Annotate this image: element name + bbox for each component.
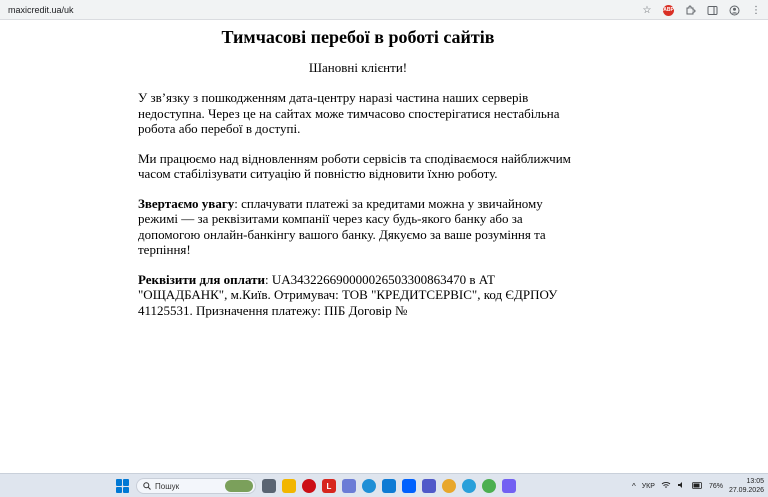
- edge-icon[interactable]: [362, 479, 376, 493]
- address-bar[interactable]: maxicredit.ua/uk: [8, 3, 74, 17]
- viber-icon[interactable]: [502, 479, 516, 493]
- battery-icon[interactable]: [692, 481, 703, 491]
- extensions-puzzle-icon[interactable]: [684, 4, 696, 16]
- speaker-icon[interactable]: [677, 481, 686, 491]
- search-icon: [143, 482, 151, 490]
- taskbar-apps: Пошук L: [116, 477, 516, 495]
- taskbar-search[interactable]: Пошук: [136, 478, 256, 494]
- search-placeholder: Пошук: [155, 481, 180, 491]
- windows-taskbar: Пошук L ^ УКР 76% 13:05 27.09.2026: [0, 473, 768, 497]
- wifi-icon[interactable]: [661, 481, 671, 491]
- page-title: Тимчасові перебої в роботі сайтів: [221, 27, 495, 47]
- notice-paragraph-1: У зв’язку з пошкодженням дата-центру нар…: [138, 90, 560, 136]
- task-view-icon[interactable]: [262, 479, 276, 493]
- battery-percent: 76%: [708, 482, 723, 490]
- chevron-up-icon[interactable]: ^: [632, 482, 636, 491]
- bookmark-star-icon[interactable]: ☆: [641, 4, 653, 16]
- toolbar-icons: ☆ ABP ⋮: [641, 2, 762, 18]
- red-l-app-icon[interactable]: L: [322, 479, 336, 493]
- teams-icon[interactable]: [422, 479, 436, 493]
- chrome-icon[interactable]: [442, 479, 456, 493]
- adblock-extension-icon[interactable]: ABP: [663, 4, 674, 16]
- clock[interactable]: 13:05 27.09.2026: [729, 477, 764, 495]
- green-app-icon[interactable]: [482, 479, 496, 493]
- payment-details-label: Реквізити для оплати: [138, 271, 265, 287]
- windows-start-icon[interactable]: [116, 479, 130, 493]
- clock-time: 13:05: [746, 478, 764, 485]
- payment-details-paragraph: Реквізити для оплати: UA3432266900000265…: [138, 272, 578, 319]
- payment-notice-label: Звертаємо увагу: [138, 195, 235, 211]
- dropbox-icon[interactable]: [402, 479, 416, 493]
- payment-notice-paragraph: Звертаємо увагу: сплачувати платежі за к…: [138, 196, 578, 258]
- sidebar-icon[interactable]: [706, 4, 718, 16]
- system-tray: ^ УКР 76% 13:05 27.09.2026: [632, 476, 764, 496]
- copilot-icon[interactable]: [342, 479, 356, 493]
- opera-icon[interactable]: [302, 479, 316, 493]
- greeting: Шановні клієнти!: [308, 60, 408, 75]
- clock-date: 27.09.2026: [728, 487, 764, 494]
- menu-kebab-icon[interactable]: ⋮: [750, 4, 762, 16]
- file-explorer-icon[interactable]: [282, 479, 296, 493]
- notice-paragraph-2: Ми працюємо над відновленням роботи серв…: [138, 150, 571, 182]
- profile-icon[interactable]: [728, 4, 740, 16]
- keyboard-language[interactable]: УКР: [642, 483, 655, 490]
- page-content: Тимчасові перебої в роботі сайтів Шановн…: [138, 24, 578, 318]
- telegram-icon[interactable]: [462, 479, 476, 493]
- search-highlight-image: [225, 480, 253, 492]
- browser-toolbar: maxicredit.ua/uk ☆ ABP ⋮: [0, 0, 768, 20]
- microsoft-store-icon[interactable]: [382, 479, 396, 493]
